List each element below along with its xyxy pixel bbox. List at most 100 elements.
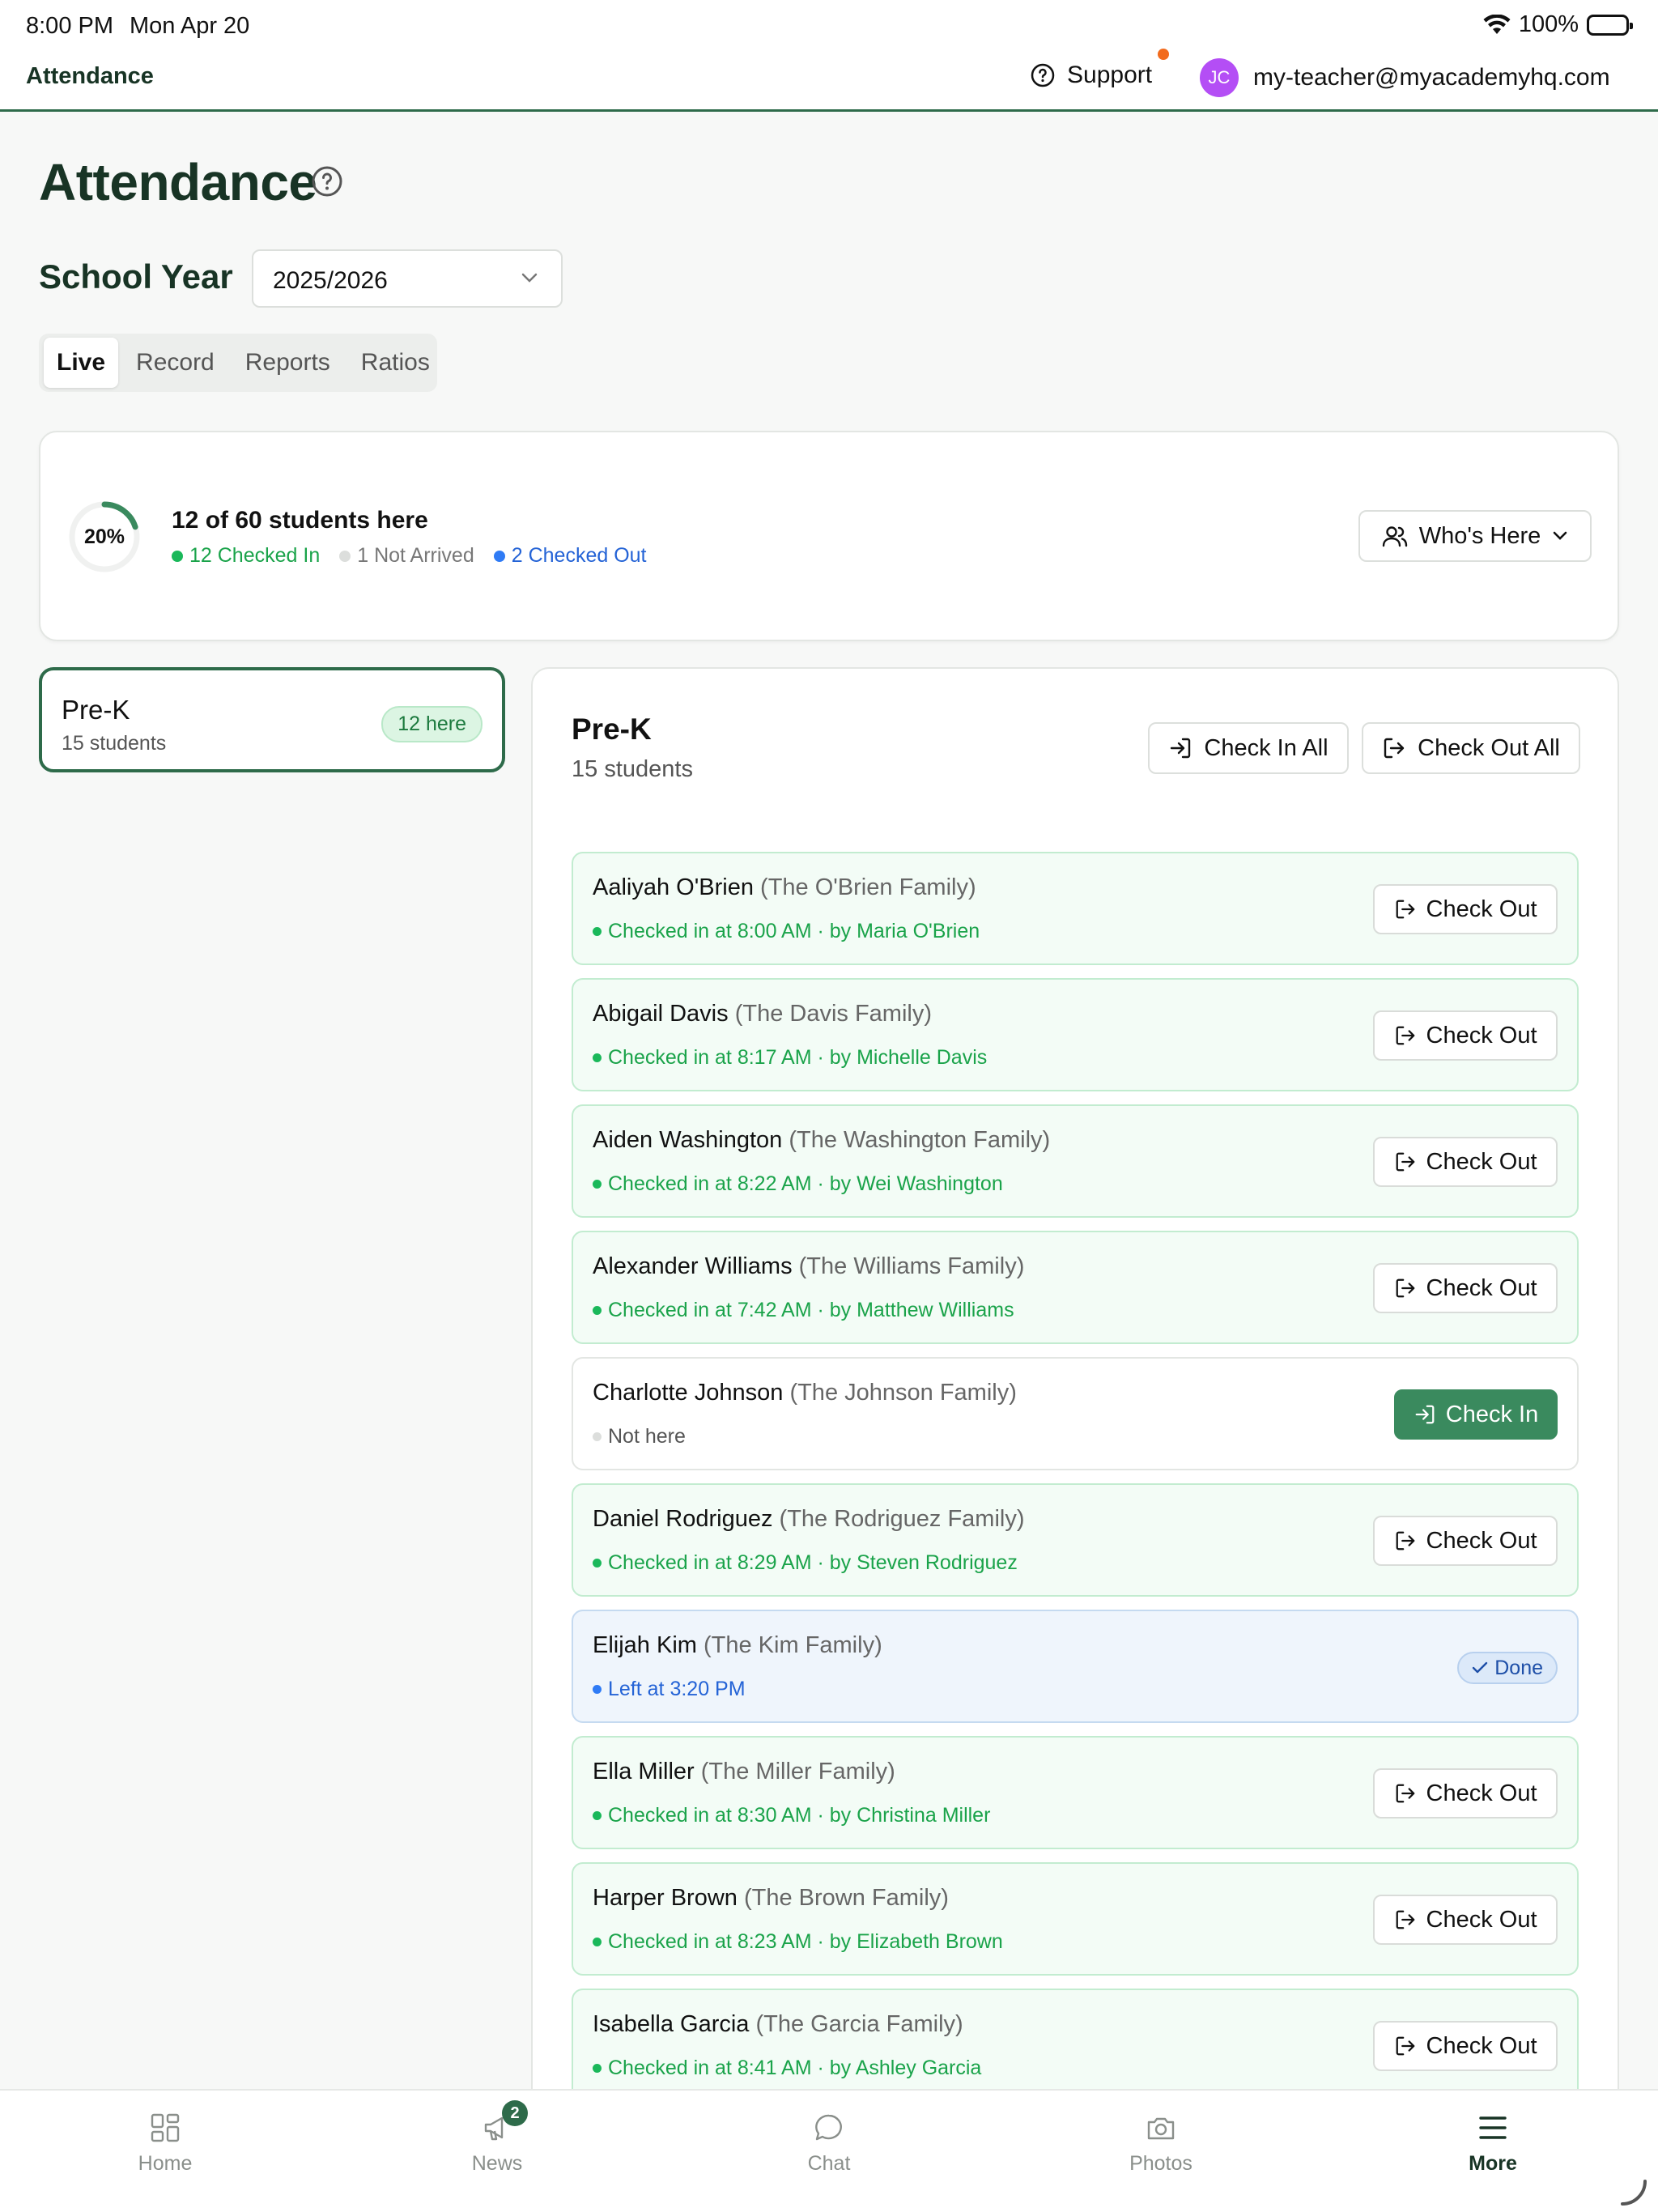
student-status: Not here [593,1425,686,1448]
student-name: Charlotte Johnson [593,1380,784,1406]
chevron-down-icon [1552,531,1568,541]
class-student-count: 15 students [62,732,167,755]
student-family: (The Davis Family) [734,1001,933,1027]
status-dot-icon [593,1306,602,1315]
student-status: Left at 3:20 PM [593,1678,746,1701]
tab-record[interactable]: Record [123,338,227,388]
status-date: Mon Apr 20 [130,13,250,39]
tab-chat-label: Chat [807,2152,851,2175]
check-out-button[interactable]: Check Out [1373,1010,1558,1061]
check-out-label: Check Out [1426,1906,1537,1933]
here-count-badge: 12 here [381,706,483,742]
check-out-button[interactable]: Check Out [1373,2021,1558,2071]
users-icon [1382,525,1408,547]
green-dot-icon [172,550,183,562]
tab-ratios[interactable]: Ratios [348,338,443,388]
chevron-down-icon [521,272,538,283]
stat-checked-in-label: 12 Checked In [189,544,321,567]
student-status-text: Left at 3:20 PM [608,1678,746,1700]
students-here-headline: 12 of 60 students here [172,507,428,534]
class-card-pre-k[interactable]: Pre-K 15 students 12 here [39,667,505,772]
megaphone-icon: 2 [481,2100,528,2144]
student-family: (The Kim Family) [704,1632,882,1658]
school-year-value: 2025/2026 [273,267,388,294]
tab-more[interactable]: More [1412,2112,1574,2176]
tab-home[interactable]: Home [84,2112,246,2176]
log-out-icon [1394,1782,1417,1805]
tab-live[interactable]: Live [44,338,119,388]
check-in-button[interactable]: Check In [1394,1389,1558,1440]
student-name: Elijah Kim [593,1632,697,1658]
log-in-icon [1414,1403,1436,1426]
check-out-all-label: Check Out All [1418,734,1560,761]
school-year-select[interactable]: 2025/2026 [252,249,563,308]
class-name: Pre-K [62,695,130,725]
camera-icon [1145,2112,1177,2144]
check-out-label: Check Out [1426,1274,1537,1301]
check-out-label: Check Out [1426,895,1537,922]
student-name-line: Aiden Washington (The Washington Family) [593,1127,1050,1154]
tab-news[interactable]: 2 News [416,2100,578,2176]
support-button[interactable]: Support [1030,62,1152,89]
student-status-text: Not here [608,1425,686,1448]
check-out-button[interactable]: Check Out [1373,1768,1558,1819]
student-name-line: Harper Brown (The Brown Family) [593,1885,949,1912]
student-status-text: Checked in at 8:23 AM · by Elizabeth Bro… [608,1930,1003,1953]
check-out-label: Check Out [1426,1022,1537,1049]
student-name-line: Elijah Kim (The Kim Family) [593,1632,882,1659]
check-out-button[interactable]: Check Out [1373,884,1558,934]
check-out-button[interactable]: Check Out [1373,1516,1558,1566]
school-year-label: School Year [39,257,233,296]
check-in-all-button[interactable]: Check In All [1148,722,1349,774]
check-out-button[interactable]: Check Out [1373,1137,1558,1187]
check-out-button[interactable]: Check Out [1373,1895,1558,1945]
chat-bubble-icon [813,2112,845,2144]
panel-subtitle: 15 students [572,756,693,782]
tab-home-label: Home [138,2152,193,2175]
student-status-text: Checked in at 7:42 AM · by Matthew Willi… [608,1299,1014,1321]
student-status: Checked in at 8:30 AM · by Christina Mil… [593,1804,990,1827]
tab-news-label: News [471,2152,523,2175]
check-out-button[interactable]: Check Out [1373,1263,1558,1313]
stat-not-arrived-label: 1 Not Arrived [357,544,474,567]
student-row: Aiden Washington (The Washington Family)… [572,1104,1579,1218]
student-row: Aaliyah O'Brien (The O'Brien Family) Che… [572,852,1579,965]
student-row: Ella Miller (The Miller Family) Checked … [572,1736,1579,1849]
user-email: my-teacher@myacademyhq.com [1253,64,1610,91]
student-family: (The Washington Family) [789,1127,1051,1153]
status-dot-icon [593,1811,602,1820]
status-dot-icon [593,1685,602,1694]
help-icon[interactable] [311,165,343,198]
battery-icon [1587,14,1633,36]
tab-chat[interactable]: Chat [748,2112,910,2176]
attendance-summary-card: 20% 12 of 60 students here 12 Checked In… [39,431,1619,641]
check-icon [1472,1661,1488,1674]
whos-here-label: Who's Here [1418,522,1541,549]
student-row: Alexander Williams (The Williams Family)… [572,1231,1579,1344]
log-out-icon [1394,1024,1417,1047]
tab-reports[interactable]: Reports [232,338,343,388]
user-menu[interactable]: JC my-teacher@myacademyhq.com [1200,58,1610,97]
student-name: Harper Brown [593,1885,738,1911]
student-status-text: Checked in at 8:00 AM · by Maria O'Brien [608,920,980,942]
student-status-text: Checked in at 8:22 AM · by Wei Washingto… [608,1172,1003,1195]
log-out-icon [1394,1529,1417,1552]
help-circle-icon [1030,62,1056,88]
page-title: Attendance [39,153,317,211]
student-status-text: Checked in at 8:29 AM · by Steven Rodrig… [608,1551,1018,1574]
stat-checked-out-label: 2 Checked Out [511,544,647,567]
check-out-label: Check Out [1426,1148,1537,1175]
check-out-label: Check Out [1426,1527,1537,1554]
student-name: Aiden Washington [593,1127,783,1153]
check-out-all-button[interactable]: Check Out All [1362,722,1580,774]
progress-percent: 20% [83,525,125,548]
view-tabs: Live Record Reports Ratios [39,334,437,392]
done-badge: Done [1457,1652,1558,1684]
student-name-line: Alexander Williams (The Williams Family) [593,1253,1024,1280]
tab-photos[interactable]: Photos [1080,2112,1242,2176]
class-roster-panel: Pre-K 15 students Check In All Check Out… [531,667,1619,2212]
bottom-tab-bar: Home 2 News Chat Photos More [0,2089,1658,2212]
student-status: Checked in at 8:41 AM · by Ashley Garcia [593,2057,981,2080]
whos-here-button[interactable]: Who's Here [1358,510,1592,562]
tab-photos-label: Photos [1129,2152,1192,2175]
